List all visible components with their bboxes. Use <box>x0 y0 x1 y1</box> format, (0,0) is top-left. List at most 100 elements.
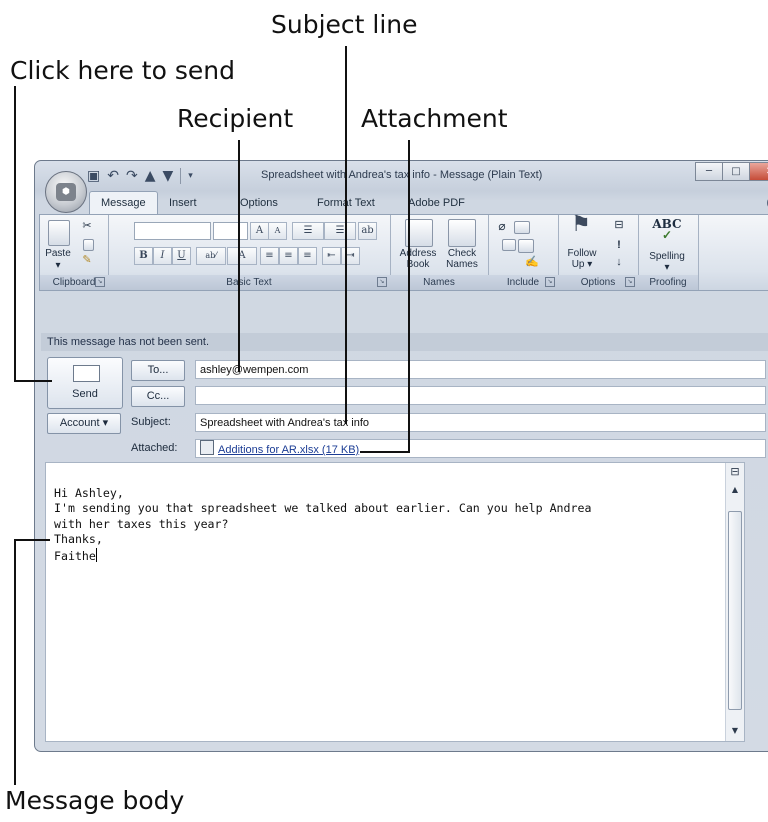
body-line: Thanks, <box>54 532 103 547</box>
redo-icon[interactable]: ↷ <box>126 167 138 185</box>
paste-dropdown-icon[interactable]: ▾ <box>43 260 73 271</box>
font-name-combo[interactable] <box>134 222 211 240</box>
include-launcher-icon[interactable]: ↘ <box>545 277 555 287</box>
check-names-icon <box>448 219 476 247</box>
group-basic-text: A A ☰ ☰ ab B I U ab⁄ A ≡ ≡ ≡ ⇤ ⇥ Basic T… <box>108 215 391 290</box>
qat-separator <box>180 168 182 184</box>
categorize-icon[interactable]: ⊟ <box>612 220 626 231</box>
leader-line-body <box>14 539 16 785</box>
highlight-icon[interactable]: ab⁄ <box>196 247 226 265</box>
leader-line-send <box>14 86 16 382</box>
bullets-icon[interactable]: ☰ <box>292 222 324 240</box>
excel-file-icon <box>200 440 214 455</box>
clipboard-launcher-icon[interactable]: ↘ <box>95 277 105 287</box>
check-names-button[interactable]: Check Names <box>440 248 484 270</box>
callout-click-to-send: Click here to send <box>10 56 235 85</box>
paste-button[interactable]: Paste <box>43 248 73 259</box>
high-importance-icon[interactable]: ! <box>612 240 626 251</box>
ribbon: Paste ▾ ✂ ✎ Clipboard ↘ A A ☰ ☰ ab B I U… <box>39 213 768 291</box>
leader-line-attachment <box>360 451 410 453</box>
close-button[interactable]: ✕ <box>749 162 768 181</box>
align-center-icon[interactable]: ≡ <box>279 247 298 265</box>
group-names: Address Book Check Names Names <box>390 215 489 290</box>
cc-button[interactable]: Cc... <box>131 386 185 407</box>
tab-insert[interactable]: Insert <box>169 192 197 214</box>
callout-recipient: Recipient <box>177 104 294 133</box>
leader-line-body <box>14 539 50 541</box>
window-title: Spreadsheet with Andrea's tax info - Mes… <box>261 169 543 181</box>
minimize-button[interactable]: ─ <box>695 162 723 181</box>
font-color-icon[interactable]: A <box>227 247 257 265</box>
scroll-down-icon[interactable]: ▼ <box>726 726 744 735</box>
spelling-icon: ABC ✓ <box>652 217 682 242</box>
group-proofing: ABC ✓ Spelling ▾ Proofing <box>638 215 699 290</box>
business-card-icon[interactable] <box>502 239 516 251</box>
cc-field[interactable] <box>195 386 766 405</box>
group-clipboard: Paste ▾ ✂ ✎ Clipboard ↘ <box>40 215 109 290</box>
save-icon[interactable]: ▣ <box>87 167 100 185</box>
body-line: with her taxes this year? <box>54 516 229 531</box>
format-painter-icon[interactable]: ✎ <box>80 255 94 266</box>
vertical-scrollbar[interactable]: ⊟ ▲ ▼ <box>725 463 744 741</box>
italic-button[interactable]: I <box>153 247 172 265</box>
tab-options[interactable]: Options <box>240 192 278 214</box>
align-left-icon[interactable]: ≡ <box>260 247 279 265</box>
tab-message[interactable]: Message <box>89 191 158 214</box>
scroll-thumb[interactable] <box>728 511 742 710</box>
callout-subject-line: Subject line <box>271 10 418 39</box>
increase-indent-icon[interactable]: ⇥ <box>341 247 360 265</box>
attachment-link[interactable]: Additions for AR.xlsx (17 KB) <box>218 444 359 456</box>
body-line: I'm sending you that spreadsheet we talk… <box>54 501 592 516</box>
calendar-icon[interactable] <box>518 239 534 253</box>
shrink-font-icon[interactable]: A <box>268 222 287 240</box>
body-line: Hi Ashley, <box>54 486 124 500</box>
styles-icon[interactable]: ab <box>358 222 377 240</box>
customize-qat-icon[interactable]: ▾ <box>188 167 193 185</box>
view-ruler-icon[interactable]: ⊟ <box>726 465 744 478</box>
maximize-button[interactable]: □ <box>722 162 750 181</box>
grow-font-icon[interactable]: A <box>250 222 269 240</box>
numbering-icon[interactable]: ☰ <box>324 222 356 240</box>
send-icon <box>73 365 100 382</box>
attach-file-icon[interactable]: ⌀ <box>496 220 508 232</box>
send-label: Send <box>72 388 98 400</box>
tab-adobe-pdf[interactable]: Adobe PDF <box>408 192 465 214</box>
underline-button[interactable]: U <box>172 247 191 265</box>
send-button[interactable]: Send <box>47 357 123 409</box>
cut-icon[interactable]: ✂ <box>80 221 94 232</box>
subject-field[interactable]: Spreadsheet with Andrea's tax info <box>195 413 766 432</box>
message-body[interactable]: Hi Ashley, I'm sending you that spreadsh… <box>45 462 745 742</box>
next-item-icon[interactable]: ▼ <box>162 167 173 185</box>
font-size-combo[interactable] <box>213 222 248 240</box>
options-launcher-icon[interactable]: ↘ <box>625 277 635 287</box>
attach-item-icon[interactable] <box>514 221 530 234</box>
copy-icon[interactable] <box>83 239 94 251</box>
group-label-proofing: Proofing <box>638 275 698 290</box>
low-importance-icon[interactable]: ↓ <box>612 257 626 268</box>
align-right-icon[interactable]: ≡ <box>298 247 317 265</box>
ribbon-tabs: Message Insert Options Format Text Adobe… <box>89 191 768 214</box>
address-book-button[interactable]: Address Book <box>396 248 440 270</box>
leader-line-attachment <box>408 140 410 452</box>
message-body-text[interactable]: Hi Ashley, I'm sending you that spreadsh… <box>54 486 591 564</box>
office-button[interactable]: ⬢ <box>45 171 87 213</box>
leader-line-subject <box>345 46 347 424</box>
follow-up-button[interactable]: Follow Up ▾ <box>564 248 600 270</box>
bold-button[interactable]: B <box>134 247 153 265</box>
to-field[interactable]: ashley@wempen.com <box>195 360 766 379</box>
paste-icon <box>48 220 70 246</box>
account-button[interactable]: Account ▾ <box>47 413 121 434</box>
to-button[interactable]: To... <box>131 360 185 381</box>
spelling-button[interactable]: Spelling ▾ <box>641 251 693 273</box>
leader-line-recipient <box>238 140 240 372</box>
unsent-notice: This message has not been sent. <box>41 333 768 351</box>
scroll-up-icon[interactable]: ▲ <box>726 485 744 494</box>
basic-text-launcher-icon[interactable]: ↘ <box>377 277 387 287</box>
decrease-indent-icon[interactable]: ⇤ <box>322 247 341 265</box>
office-logo-icon: ⬢ <box>56 183 76 201</box>
text-cursor <box>95 547 97 562</box>
signature-icon[interactable]: ✍ <box>524 257 540 268</box>
previous-item-icon[interactable]: ▲ <box>145 167 156 185</box>
window-controls: ─ □ ✕ <box>695 162 768 181</box>
undo-icon[interactable]: ↶ <box>107 167 119 185</box>
